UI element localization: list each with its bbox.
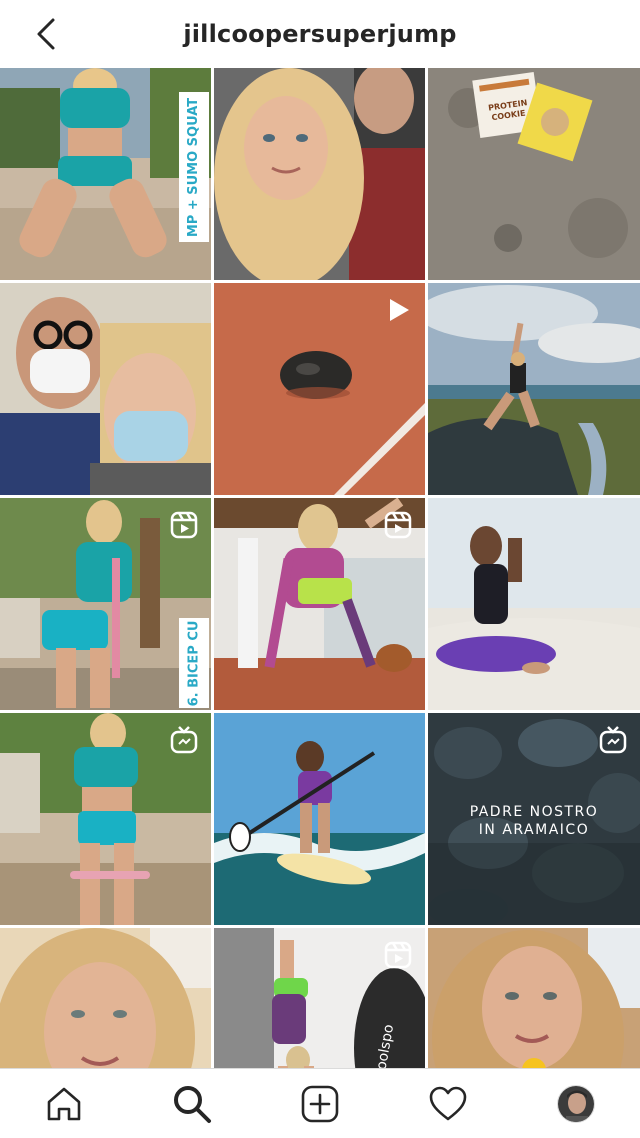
- home-icon: [47, 1087, 81, 1120]
- post-thumbnail-4[interactable]: [0, 283, 211, 495]
- tab-activity[interactable]: [418, 1074, 478, 1134]
- post-thumbnail-9[interactable]: [428, 498, 640, 710]
- post-overlay-text: MP + SUMO SQUAT: [179, 92, 209, 242]
- post-image: [428, 283, 640, 495]
- back-button[interactable]: [28, 16, 64, 52]
- post-image: [214, 68, 425, 280]
- post-thumbnail-11[interactable]: [214, 713, 425, 925]
- post-caption-overlay: PADRE NOSTRO IN ARAMAICO: [469, 804, 599, 838]
- tab-profile[interactable]: [546, 1074, 606, 1134]
- igtv-icon: [170, 726, 198, 754]
- post-thumbnail-8[interactable]: [214, 498, 425, 710]
- post-thumbnail-15[interactable]: [428, 928, 640, 1068]
- post-overlay-text: 6. BICEP CU: [179, 618, 209, 708]
- post-thumbnail-6[interactable]: [428, 283, 640, 495]
- activity-heart-icon: [429, 1086, 467, 1120]
- create-post-icon: [301, 1085, 339, 1122]
- video-play-icon: [390, 299, 409, 321]
- post-thumbnail-14[interactable]: coolspo: [214, 928, 425, 1068]
- post-thumbnail-1[interactable]: MP + SUMO SQUAT: [0, 68, 211, 280]
- tab-search[interactable]: [162, 1074, 222, 1134]
- post-image: [428, 928, 640, 1068]
- profile-username: jillcoopersuperjump: [183, 20, 457, 48]
- tab-home[interactable]: [34, 1074, 94, 1134]
- post-image: [428, 498, 640, 710]
- post-thumbnail-12[interactable]: PADRE NOSTRO IN ARAMAICO: [428, 713, 640, 925]
- post-image: [214, 713, 425, 925]
- post-thumbnail-5[interactable]: [214, 283, 425, 495]
- igtv-icon: [599, 726, 627, 754]
- post-thumbnail-13[interactable]: [0, 928, 211, 1068]
- post-thumbnail-2[interactable]: [214, 68, 425, 280]
- reel-icon: [384, 941, 412, 969]
- post-image: PROTEIN COOKIE: [428, 68, 640, 280]
- bottom-tab-bar: [0, 1068, 640, 1138]
- profile-avatar: [557, 1084, 595, 1123]
- chevron-left-icon: [37, 18, 55, 50]
- reel-icon: [384, 511, 412, 539]
- post-thumbnail-10[interactable]: [0, 713, 211, 925]
- post-image: [0, 928, 211, 1068]
- profile-header: jillcoopersuperjump: [0, 0, 640, 68]
- post-thumbnail-3[interactable]: PROTEIN COOKIE: [428, 68, 640, 280]
- search-icon: [174, 1085, 211, 1123]
- posts-grid: MP + SUMO SQUAT PROTEIN COOKIE 6. BICEP …: [0, 68, 640, 1068]
- tab-create[interactable]: [290, 1074, 350, 1134]
- post-thumbnail-7[interactable]: 6. BICEP CU: [0, 498, 211, 710]
- reel-icon: [170, 511, 198, 539]
- post-image: [0, 283, 211, 495]
